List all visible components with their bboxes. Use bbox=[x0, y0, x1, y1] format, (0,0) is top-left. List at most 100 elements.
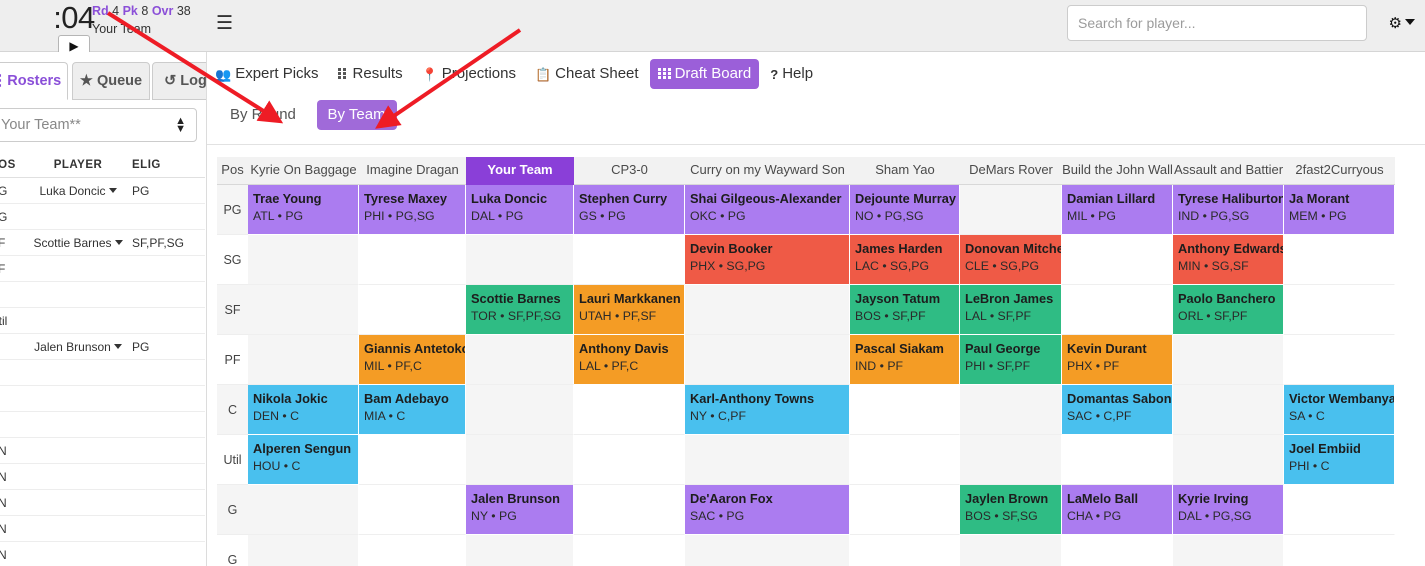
board-player-cell[interactable]: Karl-Anthony Towns NY • C,PF bbox=[685, 385, 850, 435]
board-team-header[interactable]: Assault and Battier bbox=[1173, 157, 1284, 185]
roster-row[interactable]: PF bbox=[0, 256, 205, 282]
nav-tab-expert-picks[interactable]: 👥 Expert Picks bbox=[207, 59, 327, 89]
roster-row[interactable]: Util bbox=[0, 308, 205, 334]
board-team-name: Build the John Wall bbox=[1062, 162, 1173, 177]
toggle-by-round[interactable]: By Round bbox=[219, 100, 307, 130]
board-player-cell[interactable]: Joel Embiid PHI • C bbox=[1284, 435, 1395, 485]
player-name: Lauri Markkanen bbox=[579, 291, 681, 306]
chevron-down-icon[interactable] bbox=[113, 344, 122, 349]
nav-tab-results[interactable]: Results bbox=[330, 59, 411, 89]
board-player-cell[interactable]: Anthony Davis LAL • PF,C bbox=[574, 335, 685, 385]
board-team-header[interactable]: Kyrie On Baggage bbox=[248, 157, 359, 185]
board-team-header[interactable]: Curry on my Wayward Son bbox=[685, 157, 850, 185]
board-player-cell[interactable]: Stephen Curry GS • PG bbox=[574, 185, 685, 235]
roster-row[interactable]: G bbox=[0, 360, 205, 386]
nav-tab-help[interactable]: ? Help bbox=[762, 59, 821, 89]
roster-row-player[interactable]: Luka Doncic bbox=[28, 178, 128, 204]
board-player-cell[interactable]: LaMelo Ball CHA • PG bbox=[1062, 485, 1173, 535]
roster-row[interactable]: BN bbox=[0, 516, 205, 542]
nav-tab-projections[interactable]: 📍 Projections bbox=[414, 59, 524, 89]
board-player-cell[interactable]: Alperen Sengun HOU • C bbox=[248, 435, 359, 485]
roster-row-pos: BN bbox=[0, 496, 7, 510]
board-player-cell[interactable]: Bam Adebayo MIA • C bbox=[359, 385, 466, 435]
toggle-by-team[interactable]: By Team bbox=[316, 100, 397, 130]
board-empty-cell bbox=[960, 385, 1062, 435]
board-player-cell[interactable]: Jalen Brunson NY • PG bbox=[466, 485, 574, 535]
roster-row[interactable]: GJalen Brunson PG bbox=[0, 334, 205, 360]
roster-row[interactable]: C bbox=[0, 282, 205, 308]
board-player-cell[interactable]: Jaylen Brown BOS • SF,SG bbox=[960, 485, 1062, 535]
board-empty-cell bbox=[850, 485, 960, 535]
settings-menu[interactable]: ⚙ bbox=[1389, 14, 1415, 32]
board-player-cell[interactable]: Pascal Siakam IND • PF bbox=[850, 335, 960, 385]
nav-tab-draft-board[interactable]: Draft Board bbox=[649, 59, 760, 89]
roster-row[interactable]: F bbox=[0, 412, 205, 438]
player-name: Giannis Antetokounmpo bbox=[364, 341, 465, 356]
nav-tab-cheat-sheet[interactable]: 📋 Cheat Sheet bbox=[527, 59, 647, 89]
tab-queue[interactable]: ★ Queue bbox=[72, 62, 150, 100]
player-team-elig: DAL • PG bbox=[471, 209, 524, 223]
nav-tab-label: Help bbox=[782, 65, 814, 82]
board-player-cell[interactable]: Tyrese Haliburton IND • PG,SG bbox=[1173, 185, 1284, 235]
board-team-header[interactable]: DeMars Rover bbox=[960, 157, 1062, 185]
board-player-cell[interactable]: Donovan Mitchell CLE • SG,PG bbox=[960, 235, 1062, 285]
board-empty-cell bbox=[685, 285, 850, 335]
board-player-cell[interactable]: De'Aaron Fox SAC • PG bbox=[685, 485, 850, 535]
team-select[interactable]: Your Team** ▲ ▼ bbox=[0, 108, 197, 142]
board-player-cell[interactable]: Kevin Durant PHX • PF bbox=[1062, 335, 1173, 385]
board-player-cell[interactable]: LeBron James LAL • SF,PF bbox=[960, 285, 1062, 335]
player-name: Jaylen Brown bbox=[965, 491, 1049, 506]
board-player-cell[interactable]: Tyrese Maxey PHI • PG,SG bbox=[359, 185, 466, 235]
roster-row-player[interactable]: Scottie Barnes bbox=[28, 230, 128, 256]
board-player-cell[interactable]: Trae Young ATL • PG bbox=[248, 185, 359, 235]
search-input[interactable] bbox=[1067, 5, 1367, 41]
board-player-cell[interactable]: Victor Wembanyama SA • C bbox=[1284, 385, 1395, 435]
tab-rosters[interactable]: ⋮Rosters bbox=[0, 62, 68, 100]
board-team-header[interactable]: Sham Yao bbox=[850, 157, 960, 185]
board-row: PF Giannis Antetokounmpo MIL • PF,C Anthony… bbox=[217, 335, 1425, 385]
board-player-cell[interactable]: Paul George PHI • SF,PF bbox=[960, 335, 1062, 385]
board-team-header[interactable]: CP3-0 bbox=[574, 157, 685, 185]
roster-row[interactable]: BN bbox=[0, 490, 205, 516]
player-name: Stephen Curry bbox=[579, 191, 668, 206]
roster-row[interactable]: BN bbox=[0, 464, 205, 490]
board-player-cell[interactable]: Dejounte Murray NO • PG,SG bbox=[850, 185, 960, 235]
roster-row[interactable]: BN bbox=[0, 542, 205, 566]
hamburger-icon[interactable]: ☰ bbox=[216, 14, 233, 33]
board-player-cell[interactable]: Ja Morant MEM • PG bbox=[1284, 185, 1395, 235]
board-player-cell[interactable]: Lauri Markkanen UTAH • PF,SF bbox=[574, 285, 685, 335]
roster-row-pos: BN bbox=[0, 548, 7, 562]
roster-row[interactable]: SG bbox=[0, 204, 205, 230]
board-team-header[interactable]: 2fast2Curryous bbox=[1284, 157, 1395, 185]
board-player-cell[interactable]: Nikola Jokic DEN • C bbox=[248, 385, 359, 435]
board-player-cell[interactable]: Paolo Banchero ORL • SF,PF bbox=[1173, 285, 1284, 335]
board-player-cell[interactable]: Anthony Edwards MIN • SG,SF bbox=[1173, 235, 1284, 285]
chevron-down-icon[interactable] bbox=[108, 188, 117, 193]
roster-row[interactable]: BN bbox=[0, 438, 205, 464]
board-player-cell[interactable]: Luka Doncic DAL • PG bbox=[466, 185, 574, 235]
board-player-cell[interactable]: Giannis Antetokounmpo MIL • PF,C bbox=[359, 335, 466, 385]
board-empty-cell bbox=[960, 435, 1062, 485]
board-player-cell[interactable]: Devin Booker PHX • SG,PG bbox=[685, 235, 850, 285]
board-player-cell[interactable]: Jayson Tatum BOS • SF,PF bbox=[850, 285, 960, 335]
board-player-cell[interactable]: Damian Lillard MIL • PG bbox=[1062, 185, 1173, 235]
board-player-cell[interactable]: Scottie Barnes TOR • SF,PF,SG bbox=[466, 285, 574, 335]
question-icon: ? bbox=[770, 67, 779, 82]
board-team-header[interactable]: Your Team bbox=[466, 157, 574, 185]
player-name: Alperen Sengun bbox=[253, 441, 352, 456]
board-team-header[interactable]: Imagine Dragan bbox=[359, 157, 466, 185]
board-team-header[interactable]: Build the John Wall bbox=[1062, 157, 1173, 185]
round-value: 4 bbox=[112, 4, 120, 18]
roster-row[interactable]: SF Scottie Barnes SF,PF,SG bbox=[0, 230, 205, 256]
board-player-cell[interactable]: Kyrie Irving DAL • PG,SG bbox=[1173, 485, 1284, 535]
board-player-cell[interactable]: James Harden LAC • SG,PG bbox=[850, 235, 960, 285]
board-player-cell[interactable]: Domantas Sabonis SAC • C,PF bbox=[1062, 385, 1173, 435]
roster-row[interactable]: PG Luka Doncic PG bbox=[0, 178, 205, 204]
board-player-cell[interactable]: Shai Gilgeous-Alexander OKC • PG bbox=[685, 185, 850, 235]
board-empty-cell bbox=[1284, 485, 1395, 535]
player-name: James Harden bbox=[855, 241, 943, 256]
roster-row[interactable]: F bbox=[0, 386, 205, 412]
roster-row-player[interactable]: Jalen Brunson bbox=[28, 334, 128, 360]
board-empty-cell bbox=[685, 535, 850, 566]
chevron-down-icon[interactable] bbox=[114, 240, 123, 245]
